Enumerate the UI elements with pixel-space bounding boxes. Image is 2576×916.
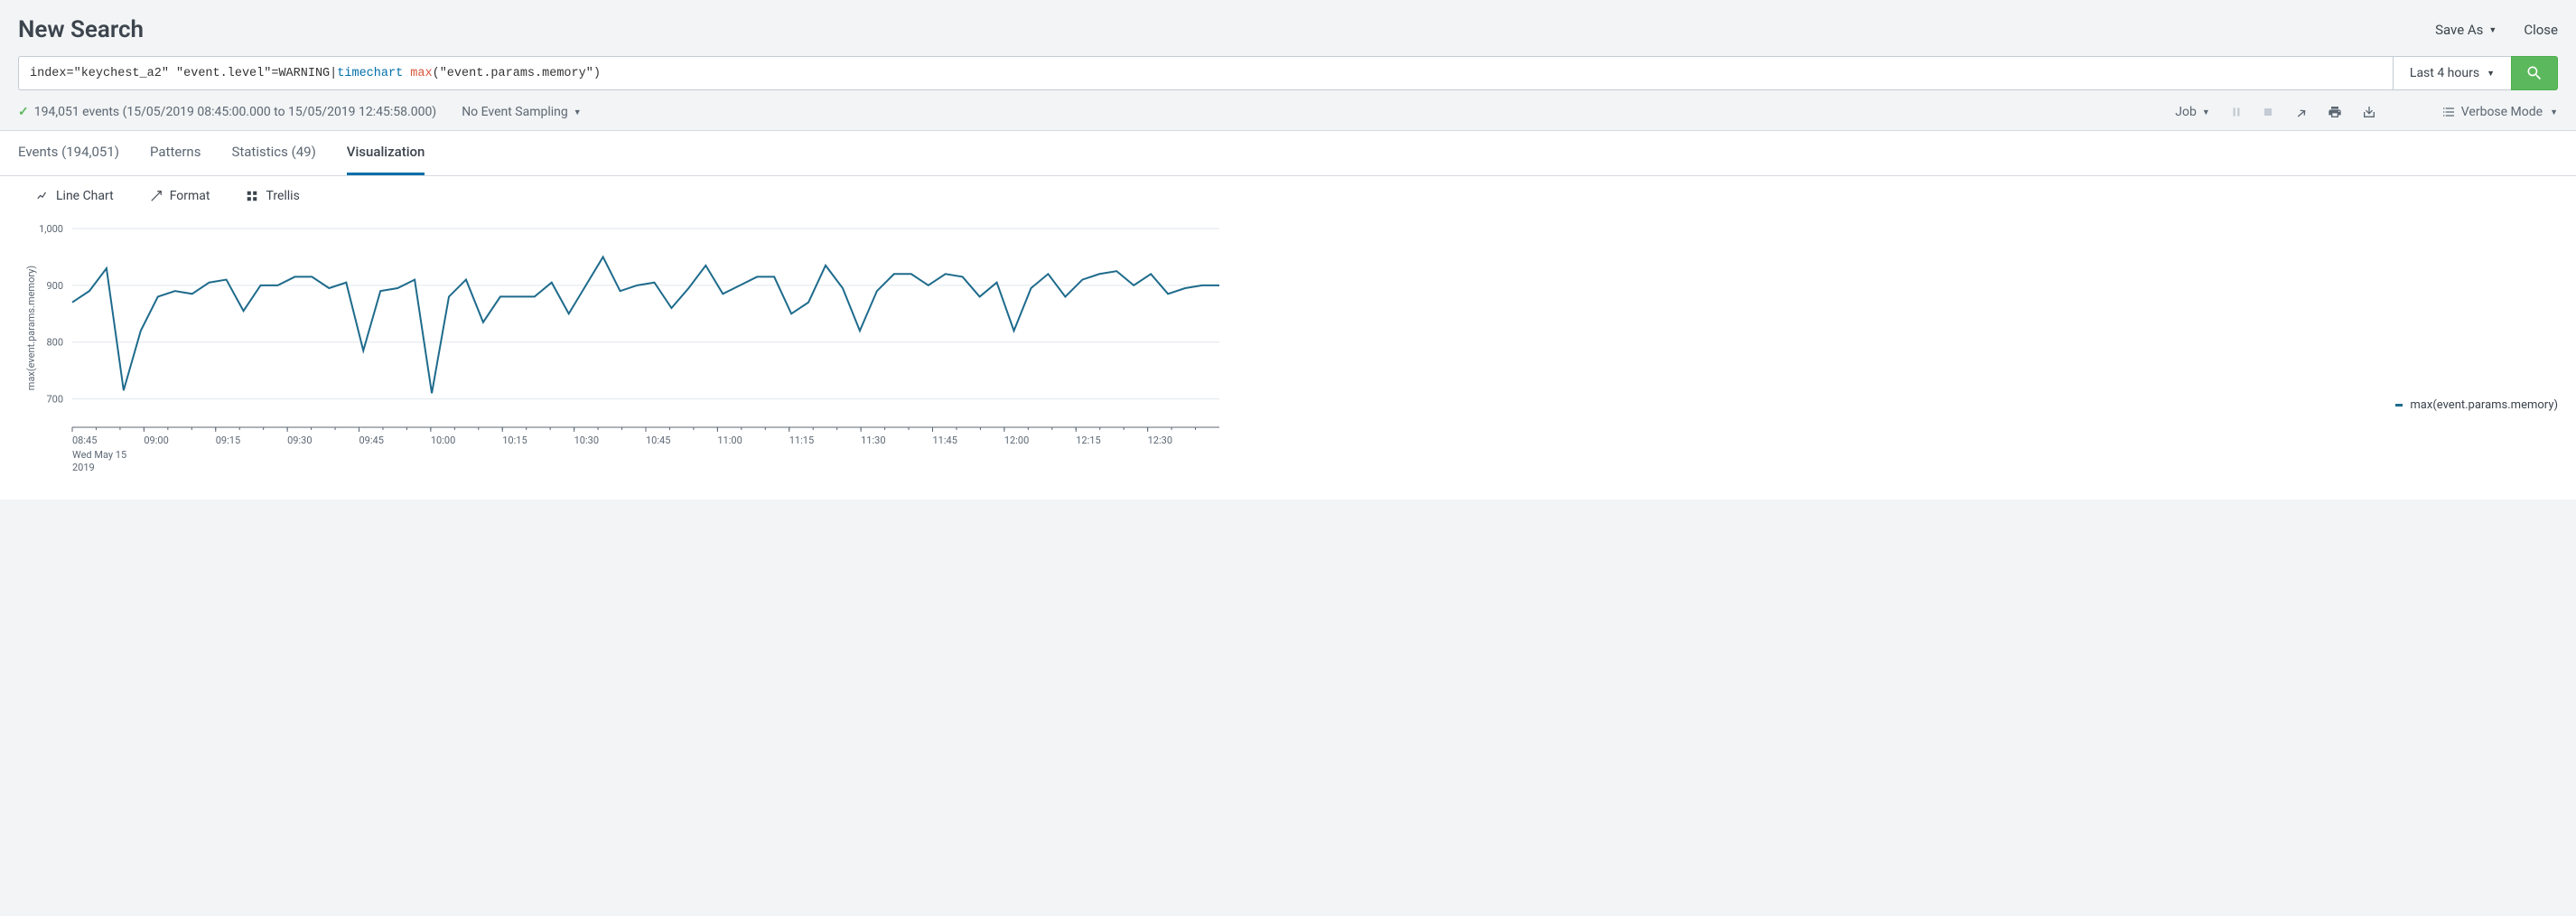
caret-down-icon: ▼ bbox=[2488, 25, 2497, 35]
print-button[interactable] bbox=[2328, 105, 2342, 119]
svg-text:700: 700 bbox=[46, 394, 63, 406]
svg-text:09:15: 09:15 bbox=[216, 435, 240, 446]
check-icon: ✓ bbox=[18, 105, 29, 119]
svg-text:10:45: 10:45 bbox=[646, 435, 670, 446]
save-as-button[interactable]: Save As ▼ bbox=[2435, 22, 2497, 38]
trellis-button[interactable]: Trellis bbox=[246, 189, 299, 203]
stop-icon bbox=[2263, 107, 2273, 117]
svg-text:11:15: 11:15 bbox=[789, 435, 814, 446]
chart-type-button[interactable]: Line Chart bbox=[36, 189, 114, 203]
legend: max(event.params.memory) bbox=[2395, 220, 2558, 481]
caret-down-icon: ▼ bbox=[574, 107, 582, 117]
caret-down-icon: ▼ bbox=[2202, 107, 2210, 117]
query-prefix: index="keychest_a2" "event.level"=WARNIN… bbox=[30, 67, 337, 80]
search-input[interactable]: index="keychest_a2" "event.level"=WARNIN… bbox=[18, 56, 2393, 90]
time-range-label: Last 4 hours bbox=[2410, 66, 2479, 80]
svg-text:12:15: 12:15 bbox=[1076, 435, 1100, 446]
search-icon bbox=[2525, 64, 2543, 82]
legend-swatch bbox=[2395, 404, 2403, 407]
svg-text:12:30: 12:30 bbox=[1148, 435, 1172, 446]
query-args: ("event.params.memory") bbox=[433, 67, 601, 80]
svg-text:10:00: 10:00 bbox=[431, 435, 455, 446]
save-as-label: Save As bbox=[2435, 22, 2483, 38]
chart-type-label: Line Chart bbox=[56, 189, 114, 203]
chart-container: 700 800 900 1,000 08:45 09:00 09:15 09:30 09:45 1… bbox=[18, 220, 2395, 481]
svg-text:09:00: 09:00 bbox=[144, 435, 168, 446]
viz-toolbar: Line Chart Format Trellis bbox=[0, 176, 2576, 210]
status-left: ✓ 194,051 events (15/05/2019 08:45:00.00… bbox=[18, 105, 582, 119]
events-text: 194,051 events (15/05/2019 08:45:00.000 … bbox=[34, 105, 436, 119]
caret-down-icon: ▼ bbox=[2487, 69, 2495, 79]
line-chart-icon bbox=[36, 190, 49, 202]
status-right: Job ▼ Verbose Mode ▼ bbox=[2175, 105, 2558, 119]
chart-area: 700 800 900 1,000 08:45 09:00 09:15 09:30 09:45 1… bbox=[0, 210, 2576, 500]
share-button[interactable] bbox=[2293, 105, 2308, 119]
close-button[interactable]: Close bbox=[2524, 22, 2558, 38]
export-button[interactable] bbox=[2362, 105, 2376, 119]
stop-button[interactable] bbox=[2263, 107, 2273, 117]
events-summary: ✓ 194,051 events (15/05/2019 08:45:00.00… bbox=[18, 105, 436, 119]
header-actions: Save As ▼ Close bbox=[2435, 22, 2558, 38]
svg-text:Wed May 15: Wed May 15 bbox=[72, 449, 126, 461]
mode-label: Verbose Mode bbox=[2461, 105, 2543, 119]
event-sampling-dropdown[interactable]: No Event Sampling ▼ bbox=[462, 105, 582, 119]
svg-text:max(event.params.memory): max(event.params.memory) bbox=[25, 266, 37, 391]
close-label: Close bbox=[2524, 22, 2558, 38]
svg-text:2019: 2019 bbox=[72, 462, 95, 473]
svg-text:12:00: 12:00 bbox=[1004, 435, 1029, 446]
trellis-icon bbox=[246, 190, 258, 202]
search-mode-dropdown[interactable]: Verbose Mode ▼ bbox=[2441, 105, 2558, 119]
svg-text:09:30: 09:30 bbox=[287, 435, 312, 446]
print-icon bbox=[2328, 105, 2342, 119]
svg-text:11:45: 11:45 bbox=[933, 435, 957, 446]
sampling-label: No Event Sampling bbox=[462, 105, 568, 119]
caret-down-icon: ▼ bbox=[2550, 107, 2558, 117]
search-button[interactable] bbox=[2511, 56, 2558, 90]
svg-text:09:45: 09:45 bbox=[359, 435, 384, 446]
tabs: Events (194,051) Patterns Statistics (49… bbox=[0, 131, 2576, 176]
tab-visualization[interactable]: Visualization bbox=[347, 131, 425, 175]
search-bar: index="keychest_a2" "event.level"=WARNIN… bbox=[0, 56, 2576, 99]
tab-patterns[interactable]: Patterns bbox=[150, 131, 201, 175]
download-icon bbox=[2362, 105, 2376, 119]
page-title: New Search bbox=[18, 16, 144, 43]
legend-label: max(event.params.memory) bbox=[2410, 398, 2558, 412]
svg-text:1,000: 1,000 bbox=[39, 223, 63, 235]
share-icon bbox=[2293, 105, 2308, 119]
svg-text:08:45: 08:45 bbox=[72, 435, 97, 446]
list-icon bbox=[2441, 105, 2456, 119]
svg-text:800: 800 bbox=[46, 337, 63, 349]
job-dropdown[interactable]: Job ▼ bbox=[2175, 105, 2210, 119]
query-function: max bbox=[410, 67, 432, 80]
svg-text:10:15: 10:15 bbox=[502, 435, 527, 446]
svg-text:11:00: 11:00 bbox=[717, 435, 742, 446]
line-chart: 700 800 900 1,000 08:45 09:00 09:15 09:30 09:45 1… bbox=[18, 220, 1228, 481]
format-icon bbox=[150, 190, 163, 202]
pause-icon bbox=[2230, 106, 2243, 118]
tab-statistics[interactable]: Statistics (49) bbox=[231, 131, 315, 175]
tab-events[interactable]: Events (194,051) bbox=[18, 131, 119, 175]
query-command: timechart bbox=[337, 67, 403, 80]
job-label: Job bbox=[2175, 105, 2197, 119]
svg-text:11:30: 11:30 bbox=[861, 435, 885, 446]
format-button[interactable]: Format bbox=[150, 189, 210, 203]
page-header: New Search Save As ▼ Close bbox=[0, 0, 2576, 56]
svg-text:10:30: 10:30 bbox=[574, 435, 599, 446]
svg-text:900: 900 bbox=[46, 280, 63, 292]
status-bar: ✓ 194,051 events (15/05/2019 08:45:00.00… bbox=[0, 99, 2576, 131]
trellis-label: Trellis bbox=[266, 189, 299, 203]
time-range-picker[interactable]: Last 4 hours ▼ bbox=[2393, 56, 2511, 90]
pause-button[interactable] bbox=[2230, 106, 2243, 118]
format-label: Format bbox=[170, 189, 210, 203]
